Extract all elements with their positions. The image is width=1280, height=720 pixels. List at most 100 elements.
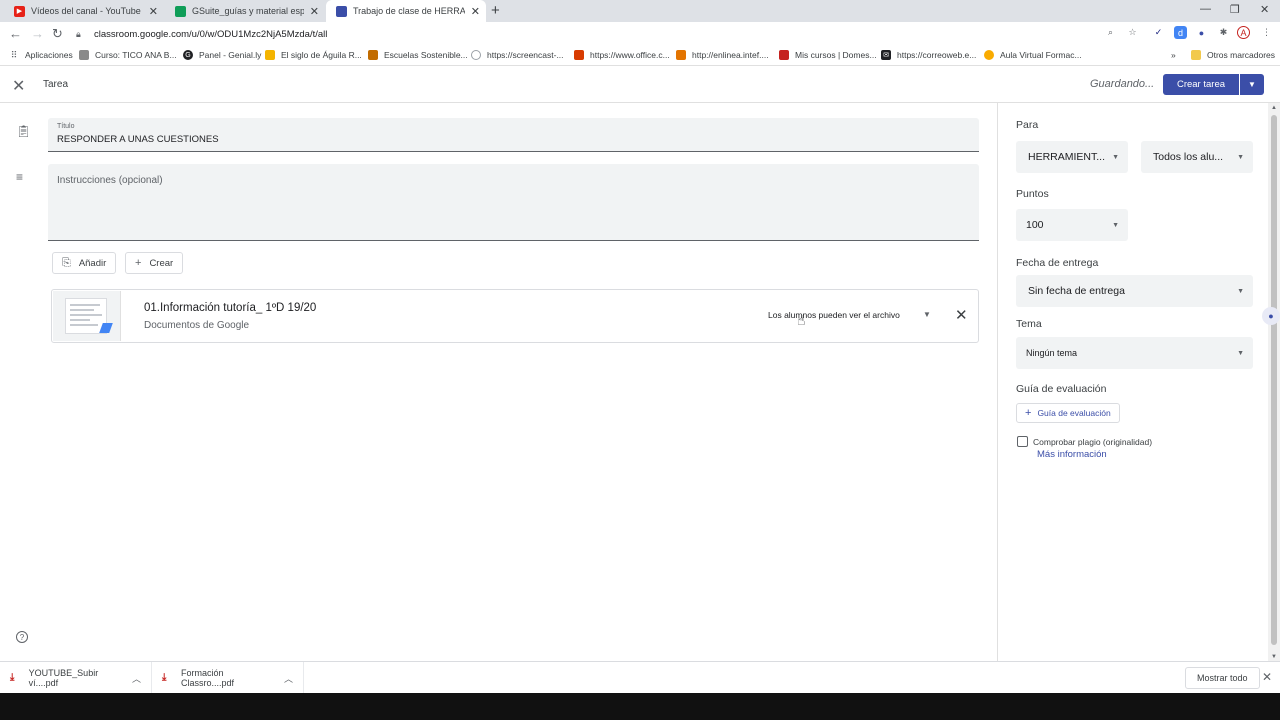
due-date-select[interactable]: Sin fecha de entrega ▼	[1016, 275, 1253, 307]
bookmark-item[interactable]: Aula Virtual Formac...	[984, 50, 1082, 60]
bookmark-favicon-icon	[471, 50, 481, 60]
bookmark-favicon-icon	[779, 50, 789, 60]
more-bookmarks-button[interactable]: »	[1171, 50, 1176, 60]
students-select[interactable]: Todos los alu... ▼	[1141, 141, 1253, 173]
bookmark-apps[interactable]: ⠿ Aplicaciones	[9, 50, 73, 60]
show-all-downloads-button[interactable]: Mostrar todo	[1185, 667, 1260, 689]
attachment-name[interactable]: 01.Información tutoría_ 1ºD 19/20	[144, 302, 316, 314]
create-options-dropdown[interactable]: ▼	[1240, 74, 1264, 95]
rubric-label: Guía de evaluación	[1016, 383, 1107, 395]
browser-tab-strip: ▶ Vídeos del canal - YouTube Studio ✕ GS…	[0, 0, 1280, 22]
app-header: ✕ Tarea Guardando... Crear tarea ▼	[0, 67, 1280, 103]
browser-tab-gsuite[interactable]: GSuite_guías y material específico ✕	[165, 0, 325, 22]
browser-tab-classroom[interactable]: Trabajo de clase de HERRAMIENTAS ✕	[326, 0, 486, 22]
close-icon[interactable]: ✕	[1262, 670, 1272, 684]
close-tab-icon[interactable]: ✕	[471, 5, 480, 18]
folder-icon	[1191, 50, 1201, 60]
plus-icon: +	[135, 257, 142, 269]
back-icon[interactable]: ←	[9, 26, 22, 41]
download-shelf: ⤓ YOUTUBE_Subir ví....pdf ︿ ⤓ Formación …	[0, 661, 1280, 694]
bookmark-favicon-icon	[368, 50, 378, 60]
scrollbar[interactable]: ▲ ▼	[1268, 103, 1280, 661]
topic-label: Tema	[1016, 318, 1042, 330]
title-label: Título	[57, 123, 75, 130]
bookmark-item[interactable]: Escuelas Sostenible...	[368, 50, 468, 60]
bookmark-item[interactable]: http://enlinea.intef....	[676, 50, 769, 60]
profile-avatar-icon[interactable]: A	[1237, 26, 1250, 39]
docs-flag-icon	[99, 323, 113, 333]
omnibox[interactable]: 🔒︎ classroom.google.com/u/0/w/ODU1Mzc2Nj…	[76, 24, 1121, 44]
scroll-down-icon[interactable]: ▼	[1271, 654, 1277, 660]
caret-down-icon: ▼	[1248, 80, 1256, 89]
forward-icon[interactable]: →	[31, 26, 44, 41]
class-select[interactable]: HERRAMIENT... ▼	[1016, 141, 1128, 173]
bookmark-item[interactable]: G Panel - Genial.ly	[183, 50, 261, 60]
topic-select[interactable]: Ningún tema ▼	[1016, 337, 1253, 369]
close-tab-icon[interactable]: ✕	[310, 5, 319, 18]
scrollbar-thumb[interactable]	[1271, 115, 1277, 645]
description-icon: ≡	[16, 170, 24, 184]
youtube-icon: ▶	[14, 5, 25, 17]
caret-down-icon: ▼	[1237, 349, 1244, 357]
bookmark-item[interactable]: Curso: TICO ANA B...	[79, 50, 177, 60]
assignment-icon: 📋︎	[16, 124, 32, 138]
puzzle-icon[interactable]: ✱	[1217, 26, 1230, 39]
plagiarism-checkbox[interactable]	[1017, 436, 1028, 447]
permission-select[interactable]: Los alumnos pueden ver el archivo	[768, 310, 900, 320]
bookmark-item[interactable]: https://www.office.c...	[574, 50, 670, 60]
close-tab-icon[interactable]: ✕	[149, 5, 158, 18]
microphone-icon[interactable]: ●	[1195, 26, 1208, 39]
bookmark-item[interactable]: https://screencast-...	[471, 50, 564, 60]
close-window-icon[interactable]: ✕	[1260, 3, 1269, 16]
chevron-up-icon[interactable]: ︿	[132, 672, 141, 685]
extension-icon[interactable]: d	[1174, 26, 1187, 39]
reload-icon[interactable]: ↻	[52, 26, 63, 42]
panel-divider	[997, 103, 998, 661]
other-bookmarks-folder[interactable]: Otros marcadores	[1191, 50, 1275, 60]
chevron-up-icon[interactable]: ︿	[284, 672, 293, 685]
plagiarism-label: Comprobar plagio (originalidad)	[1033, 437, 1153, 447]
add-attachment-button[interactable]: ⎘ Añadir	[52, 252, 117, 274]
remove-attachment-icon[interactable]: ✕	[955, 306, 968, 324]
plus-icon: +	[1025, 407, 1032, 419]
bookmark-item[interactable]: Mis cursos | Domes...	[779, 50, 877, 60]
title-field[interactable]: Título RESPONDER A UNAS CUESTIONES	[48, 118, 979, 152]
restore-icon[interactable]: ❐	[1230, 3, 1240, 16]
help-icon[interactable]: ?	[16, 631, 28, 643]
close-icon[interactable]: ✕	[12, 76, 25, 96]
address-bar-row: ← → ↻ 🔒︎ classroom.google.com/u/0/w/ODU1…	[0, 22, 1280, 46]
drive-icon	[175, 5, 186, 17]
pdf-icon: ⤓	[162, 672, 167, 683]
due-date-label: Fecha de entrega	[1016, 257, 1099, 269]
bookmark-item[interactable]: ✉ https://correoweb.e...	[881, 50, 976, 60]
download-item[interactable]: ⤓ Formación Classro....pdf ︿	[152, 662, 304, 694]
minimize-icon[interactable]: —	[1200, 3, 1211, 15]
points-label: Puntos	[1016, 188, 1049, 200]
caret-down-icon: ▼	[1112, 153, 1119, 161]
create-assignment-button[interactable]: Crear tarea	[1163, 74, 1239, 95]
microphone-icon[interactable]: ●	[1262, 307, 1280, 325]
office-icon	[574, 50, 584, 60]
more-info-link[interactable]: Más información	[1037, 449, 1107, 460]
menu-dots-icon[interactable]: ⋮	[1260, 26, 1273, 39]
document-thumbnail	[53, 291, 121, 341]
caret-down-icon: ▼	[1237, 287, 1244, 295]
instructions-placeholder: Instrucciones (opcional)	[57, 175, 163, 186]
paperclip-icon: ⎘	[62, 256, 71, 269]
search-icon[interactable]: ⌕	[1104, 26, 1117, 39]
mail-icon: ✉	[881, 50, 891, 60]
download-item[interactable]: ⤓ YOUTUBE_Subir ví....pdf ︿	[0, 662, 152, 694]
browser-tab-youtube[interactable]: ▶ Vídeos del canal - YouTube Studio ✕	[4, 0, 164, 22]
attachment-card[interactable]: 01.Información tutoría_ 1ºD 19/20 Docume…	[51, 289, 979, 343]
caret-down-icon[interactable]: ▼	[923, 310, 931, 319]
pdf-icon: ⤓	[10, 672, 15, 683]
new-tab-icon[interactable]: +	[491, 2, 500, 19]
instructions-field[interactable]: Instrucciones (opcional)	[48, 164, 979, 241]
add-rubric-button[interactable]: + Guía de evaluación	[1016, 403, 1120, 423]
bookmark-item[interactable]: El siglo de Águila R...	[265, 50, 362, 60]
star-icon[interactable]: ☆	[1126, 26, 1139, 39]
extension-icon[interactable]: ✓	[1152, 26, 1165, 39]
points-select[interactable]: 100 ▼	[1016, 209, 1128, 241]
scroll-up-icon[interactable]: ▲	[1271, 105, 1277, 111]
create-attachment-button[interactable]: + Crear	[125, 252, 184, 274]
